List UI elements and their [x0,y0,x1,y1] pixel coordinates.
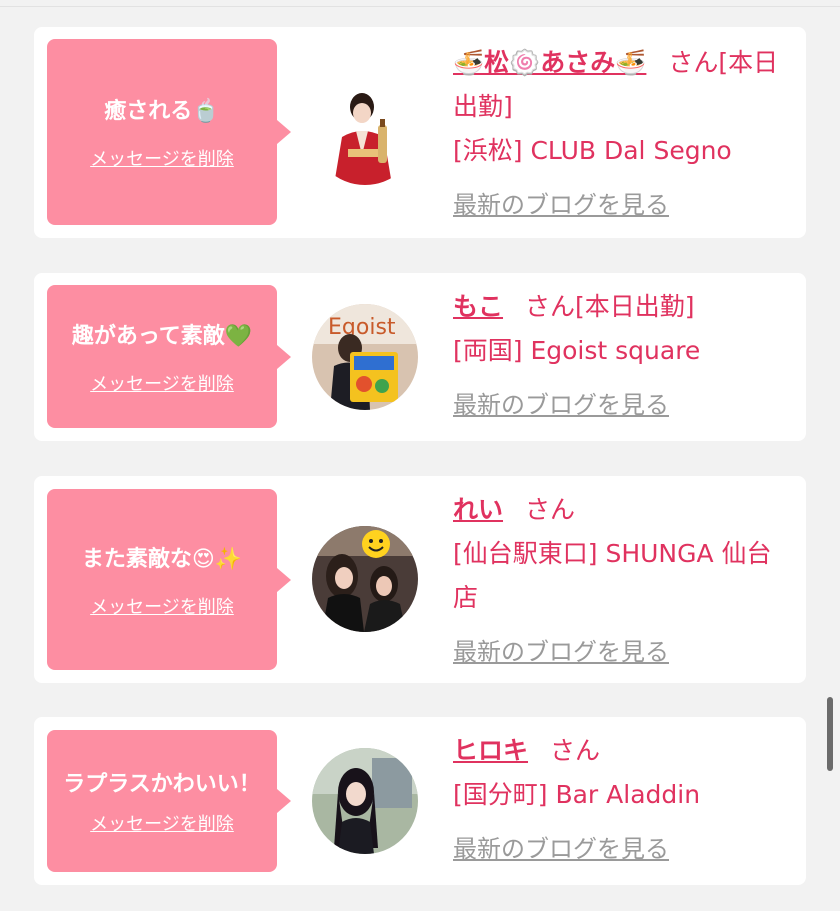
cast-info: ヒロキ さん [国分町] Bar Aladdin 最新のブログを見る [453,729,795,871]
message-text: 趣があって素敵💚 [71,323,253,349]
scrollbar[interactable] [827,697,833,771]
cast-name-link[interactable]: もこ [453,292,503,321]
message-text: ラプラスかわいい！ [63,772,261,797]
cast-info: れい さん [仙台駅東口] SHUNGA 仙台店 最新のブログを見る [453,488,795,674]
avatar[interactable]: Egoist [312,304,418,410]
shop-name: [両国] Egoist square [453,336,701,365]
cast-info: 🍜松🍥あさみ🍜 さん[本日出勤] [浜松] CLUB Dal Segno 最新のブ… [453,41,795,227]
delete-message-link[interactable]: メッセージを削除 [90,370,234,396]
cast-name-link[interactable]: 🍜松🍥あさみ🍜 [453,48,646,77]
message-text: 癒される🍵 [104,99,220,124]
latest-blog-link[interactable]: 最新のブログを見る [453,383,795,427]
message-bubble: 趣があって素敵💚 メッセージを削除 [47,285,291,428]
honorific: さん [525,292,576,321]
honorific: さん [668,48,719,77]
honorific: さん [550,736,601,765]
message-text: また素敵な😍✨ [81,546,243,572]
message-card: 癒される🍵 メッセージを削除 🍜松🍥あさみ🍜 さん[本日出勤] [浜松] CLUB… [34,27,806,238]
message-card: また素敵な😍✨ メッセージを削除 れい さん [仙台駅東口] SHUNGA 仙台店… [34,476,806,683]
message-card: 趣があって素敵💚 メッセージを削除 Egoist もこ さん[本日出勤] [両国]… [34,273,806,441]
delete-message-link[interactable]: メッセージを削除 [90,593,234,619]
latest-blog-link[interactable]: 最新のブログを見る [453,827,795,871]
top-divider [0,6,840,7]
latest-blog-link[interactable]: 最新のブログを見る [453,630,795,674]
shop-name: [国分町] Bar Aladdin [453,780,701,809]
shop-name: [仙台駅東口] SHUNGA 仙台店 [453,539,772,612]
avatar[interactable] [312,526,418,632]
delete-message-link[interactable]: メッセージを削除 [90,145,234,171]
message-bubble: ラプラスかわいい！ メッセージを削除 [47,730,291,872]
svg-text:Egoist: Egoist [328,315,396,340]
work-status: [本日出勤] [575,292,695,321]
shop-name: [浜松] CLUB Dal Segno [453,136,732,165]
message-card: ラプラスかわいい！ メッセージを削除 ヒロキ さん [国分町] Bar Aladd… [34,717,806,885]
cast-name-link[interactable]: ヒロキ [453,736,528,765]
avatar[interactable] [312,748,418,854]
cast-info: もこ さん[本日出勤] [両国] Egoist square 最新のブログを見る [453,285,795,427]
delete-message-link[interactable]: メッセージを削除 [90,810,234,836]
message-bubble: 癒される🍵 メッセージを削除 [47,39,291,225]
latest-blog-link[interactable]: 最新のブログを見る [453,183,795,227]
cast-name-link[interactable]: れい [453,495,503,524]
message-bubble: また素敵な😍✨ メッセージを削除 [47,489,291,670]
honorific: さん [525,495,576,524]
avatar[interactable] [312,79,418,185]
